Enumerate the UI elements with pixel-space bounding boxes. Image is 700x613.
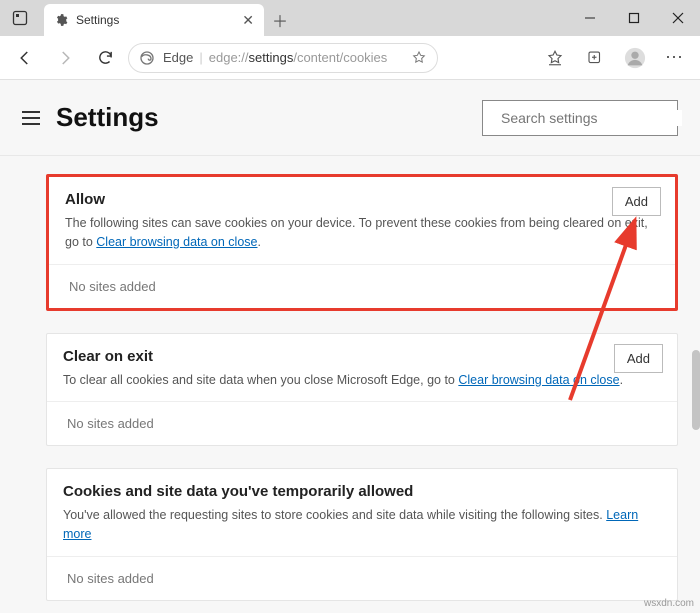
add-clear-button[interactable]: Add — [614, 344, 663, 373]
add-allow-button[interactable]: Add — [612, 187, 661, 216]
maximize-button[interactable] — [612, 0, 656, 36]
forward-button — [48, 41, 82, 75]
scrollbar-thumb[interactable] — [692, 350, 700, 430]
edge-icon — [139, 50, 155, 66]
settings-header: Settings — [0, 80, 700, 156]
browser-tab[interactable]: Settings ✕ — [44, 4, 264, 36]
collections-button[interactable] — [578, 41, 612, 75]
address-bar[interactable]: Edge|edge://settings/content/cookies — [128, 43, 438, 73]
new-tab-button[interactable]: ＋ — [264, 4, 296, 36]
temp-allowed-section: Cookies and site data you've temporarily… — [46, 468, 678, 601]
back-button[interactable] — [8, 41, 42, 75]
favorites-button[interactable] — [538, 41, 572, 75]
close-window-button[interactable] — [656, 0, 700, 36]
menu-icon[interactable] — [22, 111, 40, 125]
search-input[interactable] — [501, 110, 682, 126]
address-text: Edge|edge://settings/content/cookies — [163, 50, 387, 65]
tab-title: Settings — [76, 13, 234, 27]
close-tab-icon[interactable]: ✕ — [242, 12, 254, 29]
allow-description: The following sites can save cookies on … — [65, 214, 659, 252]
clear-empty: No sites added — [47, 401, 677, 445]
search-settings-box[interactable] — [482, 100, 678, 136]
page-title: Settings — [56, 102, 159, 133]
clear-browsing-link[interactable]: Clear browsing data on close — [96, 235, 257, 249]
favorite-add-icon[interactable] — [411, 50, 427, 66]
minimize-button[interactable] — [568, 0, 612, 36]
allow-empty: No sites added — [49, 264, 675, 308]
temp-empty: No sites added — [47, 556, 677, 600]
temp-description: You've allowed the requesting sites to s… — [63, 506, 661, 544]
settings-content: Allow The following sites can save cooki… — [0, 156, 700, 613]
refresh-button[interactable] — [88, 41, 122, 75]
allow-title: Allow — [65, 191, 659, 208]
clear-description: To clear all cookies and site data when … — [63, 371, 661, 390]
more-button[interactable]: ⋯ — [658, 41, 692, 75]
window-controls — [568, 0, 700, 36]
gear-icon — [54, 13, 68, 27]
allow-section: Allow The following sites can save cooki… — [46, 174, 678, 311]
browser-toolbar: Edge|edge://settings/content/cookies ⋯ — [0, 36, 700, 80]
clear-on-exit-section: Clear on exit To clear all cookies and s… — [46, 333, 678, 447]
clear-browsing-link[interactable]: Clear browsing data on close — [458, 373, 619, 387]
watermark: wsxdn.com — [644, 598, 694, 609]
clear-title: Clear on exit — [63, 348, 661, 365]
temp-title: Cookies and site data you've temporarily… — [63, 483, 661, 500]
window-titlebar: Settings ✕ ＋ — [0, 0, 700, 36]
tab-actions-button[interactable] — [0, 0, 40, 36]
profile-button[interactable] — [618, 41, 652, 75]
